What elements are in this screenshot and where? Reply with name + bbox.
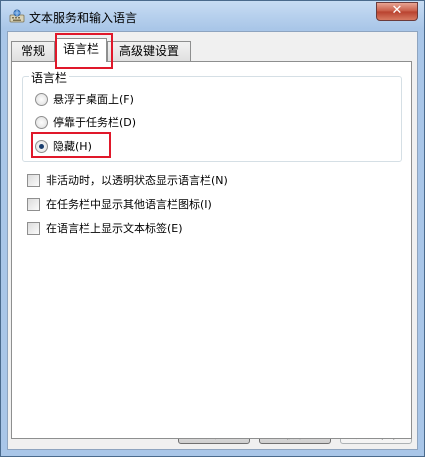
- checkbox-label: 在任务栏中显示其他语言栏图标(I): [46, 198, 212, 211]
- checkbox-show-text-labels[interactable]: 在语言栏上显示文本标签(E): [27, 220, 183, 236]
- radio-button[interactable]: [35, 92, 48, 106]
- checkbox[interactable]: [27, 221, 40, 235]
- checkbox-show-extra-icons[interactable]: 在任务栏中显示其他语言栏图标(I): [27, 196, 212, 212]
- checkbox-label: 在语言栏上显示文本标签(E): [46, 222, 183, 235]
- radio-label: 悬浮于桌面上(F): [53, 93, 134, 106]
- radio-button[interactable]: [35, 115, 48, 129]
- groupbox-title: 语言栏: [29, 69, 70, 86]
- tab-advanced-key-settings[interactable]: 高级键设置: [107, 41, 191, 61]
- radio-float-on-desktop[interactable]: 悬浮于桌面上(F): [35, 91, 134, 107]
- dialog-client-area: 常规 语言栏 高级键设置 语言栏 悬浮于桌面上(F) 停靠于任务栏(D) 隐藏(…: [7, 31, 418, 450]
- close-button[interactable]: ✕: [376, 2, 418, 21]
- close-icon: ✕: [391, 3, 403, 18]
- window-title: 文本服务和输入语言: [29, 11, 138, 25]
- checkbox-transparent-when-inactive[interactable]: 非活动时，以透明状态显示语言栏(N): [27, 172, 228, 188]
- highlight-box-hidden-option: [31, 132, 111, 158]
- title-bar[interactable]: 文本服务和输入语言 ✕: [1, 1, 424, 31]
- dialog-window: 文本服务和输入语言 ✕ 常规 语言栏 高级键设置 语言栏 悬浮于桌面上(F) 停…: [0, 0, 425, 457]
- keyboard-globe-icon: [9, 9, 25, 23]
- tab-general[interactable]: 常规: [11, 41, 55, 61]
- highlight-box-language-bar-tab: [55, 33, 113, 69]
- radio-dock-in-taskbar[interactable]: 停靠于任务栏(D): [35, 114, 136, 130]
- radio-label: 停靠于任务栏(D): [53, 116, 137, 129]
- tab-panel-language-bar: 语言栏 悬浮于桌面上(F) 停靠于任务栏(D) 隐藏(H) 非活动时，以透明状态…: [11, 61, 412, 439]
- checkbox[interactable]: [27, 173, 40, 187]
- checkbox-label: 非活动时，以透明状态显示语言栏(N): [46, 174, 228, 187]
- checkbox[interactable]: [27, 197, 40, 211]
